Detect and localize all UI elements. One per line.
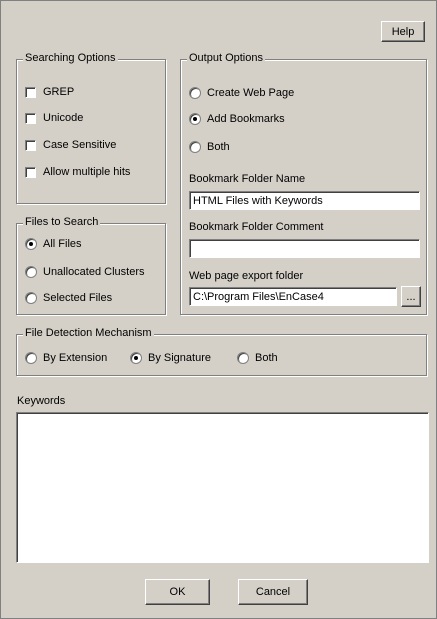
output-options-legend: Output Options — [187, 52, 265, 64]
output-both-label: Both — [207, 141, 230, 153]
selected-files-radio[interactable]: Selected Files — [25, 292, 112, 304]
create-web-page-label: Create Web Page — [207, 87, 295, 99]
unallocated-clusters-radio-button[interactable] — [25, 266, 37, 278]
bookmark-folder-comment-input[interactable] — [189, 239, 420, 258]
cancel-button[interactable]: Cancel — [238, 579, 308, 605]
web-page-export-folder-input[interactable] — [189, 287, 397, 306]
files-to-search-group: Files to Search All Files Unallocated Cl… — [16, 216, 166, 315]
by-signature-radio-button[interactable] — [130, 352, 142, 364]
grep-label: GREP — [43, 86, 75, 98]
help-button[interactable]: Help — [381, 21, 425, 42]
ok-button[interactable]: OK — [145, 579, 210, 605]
all-files-label: All Files — [43, 238, 82, 250]
searching-options-group: Searching Options GREP Unicode Case Sens… — [16, 52, 166, 204]
by-extension-radio-button[interactable] — [25, 352, 37, 364]
unicode-checkbox-box[interactable] — [25, 112, 36, 124]
bookmark-folder-name-input[interactable] — [189, 191, 420, 210]
add-bookmarks-radio[interactable]: Add Bookmarks — [189, 113, 285, 125]
detection-both-radio[interactable]: Both — [237, 352, 278, 364]
selected-files-label: Selected Files — [43, 292, 113, 304]
by-signature-label: By Signature — [148, 352, 211, 364]
detection-both-radio-button[interactable] — [237, 352, 249, 364]
case-sensitive-label: Case Sensitive — [43, 139, 117, 151]
web-page-export-folder-label: Web page export folder — [189, 270, 304, 282]
all-files-radio-button[interactable] — [25, 238, 37, 250]
grep-checkbox[interactable]: GREP — [25, 86, 74, 98]
browse-folder-button[interactable]: ... — [401, 286, 421, 307]
grep-checkbox-box[interactable] — [25, 86, 36, 98]
output-both-radio[interactable]: Both — [189, 141, 230, 153]
bookmark-folder-name-label: Bookmark Folder Name — [189, 173, 306, 185]
add-bookmarks-label: Add Bookmarks — [207, 113, 285, 125]
output-both-radio-button[interactable] — [189, 141, 201, 153]
case-sensitive-checkbox[interactable]: Case Sensitive — [25, 139, 116, 151]
keywords-label: Keywords — [17, 395, 66, 407]
allow-multiple-hits-checkbox-box[interactable] — [25, 166, 36, 178]
unallocated-clusters-label: Unallocated Clusters — [43, 266, 145, 278]
file-detection-mechanism-legend: File Detection Mechanism — [23, 327, 154, 339]
by-signature-radio[interactable]: By Signature — [130, 352, 211, 364]
files-to-search-legend: Files to Search — [23, 216, 101, 228]
keywords-textarea[interactable] — [16, 412, 429, 563]
allow-multiple-hits-checkbox[interactable]: Allow multiple hits — [25, 166, 130, 178]
by-extension-radio[interactable]: By Extension — [25, 352, 107, 364]
unallocated-clusters-radio[interactable]: Unallocated Clusters — [25, 266, 145, 278]
create-web-page-radio[interactable]: Create Web Page — [189, 87, 294, 99]
selected-files-radio-button[interactable] — [25, 292, 37, 304]
by-extension-label: By Extension — [43, 352, 108, 364]
searching-options-legend: Searching Options — [23, 52, 118, 64]
create-web-page-radio-button[interactable] — [189, 87, 201, 99]
allow-multiple-hits-label: Allow multiple hits — [43, 166, 131, 178]
unicode-label: Unicode — [43, 112, 84, 124]
detection-both-label: Both — [255, 352, 278, 364]
case-sensitive-checkbox-box[interactable] — [25, 139, 36, 151]
output-options-group: Output Options Create Web Page Add Bookm… — [180, 52, 427, 315]
unicode-checkbox[interactable]: Unicode — [25, 112, 83, 124]
file-detection-mechanism-group: File Detection Mechanism By Extension By… — [16, 327, 427, 376]
bookmark-folder-comment-label: Bookmark Folder Comment — [189, 221, 324, 233]
all-files-radio[interactable]: All Files — [25, 238, 82, 250]
add-bookmarks-radio-button[interactable] — [189, 113, 201, 125]
keyword-search-dialog: Help Searching Options GREP Unicode Case… — [0, 0, 437, 619]
